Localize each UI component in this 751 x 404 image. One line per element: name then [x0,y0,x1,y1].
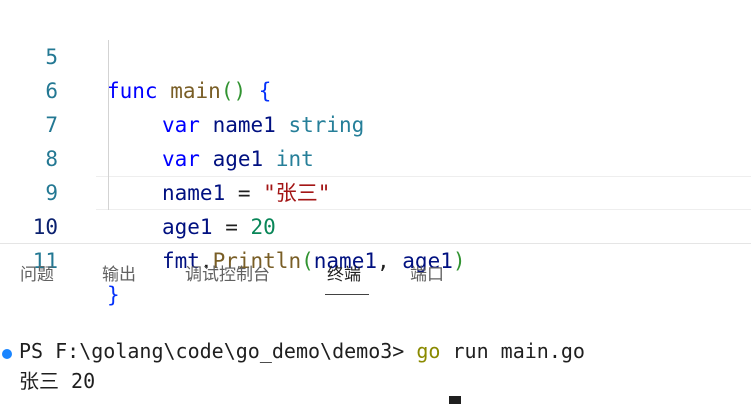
code-line[interactable]: 7 var age1 int [0,74,751,171]
terminal-command-args: run main.go [440,339,585,363]
code-line[interactable]: 10 fmt.Println(name1, age1) [0,176,751,273]
tab-output[interactable]: 输出 [102,260,136,290]
tab-terminal[interactable]: 终端 [327,260,361,290]
terminal-output-line: 张三 20 [19,369,96,393]
code-line[interactable]: 6 var name1 string [0,40,751,137]
terminal-panel[interactable]: PS F:\golang\code\go_demo\demo3> go run … [0,304,751,404]
panel-tab-bar: 问题 输出 调试控制台 终端 端口 [0,244,751,304]
tab-problems[interactable]: 问题 [20,260,54,290]
terminal-command-line[interactable]: PS F:\golang\code\go_demo\demo3> go run … [19,336,585,366]
tab-debug-console[interactable]: 调试控制台 [185,260,270,290]
tab-ports[interactable]: 端口 [410,260,444,290]
code-line[interactable]: 8 name1 = "张三" [0,108,751,205]
terminal-command-go: go [416,339,441,363]
active-tab-indicator [325,294,369,295]
code-line[interactable]: 5 func main() { [0,6,751,103]
code-editor[interactable]: 5 func main() { 6 var name1 string 7 var… [0,0,751,307]
terminal-prompt: PS F:\golang\code\go_demo\demo3> [19,339,417,363]
code-line[interactable]: 9 age1 = 20 [0,142,751,239]
code-line[interactable]: 11 } [0,210,751,307]
terminal-cursor [449,396,461,404]
command-status-icon [2,349,12,359]
